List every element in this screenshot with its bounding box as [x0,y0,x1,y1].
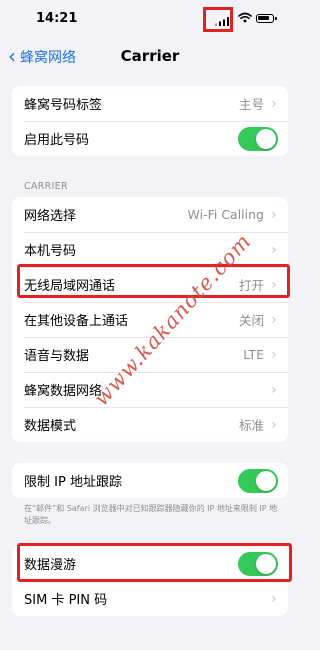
row-label: SIM 卡 PIN 码 [24,593,108,608]
chevron-right-icon: › [271,590,277,607]
chevron-right-icon: › [271,381,277,398]
row-number-label[interactable]: 蜂窝号码标签 主号 › [12,86,288,121]
row-label: 蜂窝数据网络 [24,384,103,399]
chevron-right-icon: › [271,95,277,112]
row-cellular-data-network[interactable]: 蜂窝数据网络 › [12,372,288,407]
chevron-right-icon: › [271,276,277,293]
row-label: 数据漫游 [24,558,77,573]
row-sim-pin[interactable]: SIM 卡 PIN 码 › [12,581,288,616]
row-value: Wi-Fi Calling [187,207,264,222]
row-label: 网络选择 [24,209,77,224]
chevron-right-icon: › [271,416,277,433]
enable-number-toggle[interactable] [238,126,278,151]
ip-tracking-footnote: 在“邮件”和 Safari 浏览器中对已知跟踪器隐藏你的 IP 地址来限制 IP… [24,504,278,525]
cellular-signal-icon [215,17,229,26]
row-label: 启用此号码 [24,133,90,148]
row-label: 数据模式 [24,419,77,434]
battery-icon [256,14,277,23]
row-label: 蜂窝号码标签 [24,98,103,113]
chevron-right-icon: › [271,346,277,363]
page-title: Carrier [120,47,180,65]
row-value: 关闭 [238,313,264,328]
row-value: 打开 [238,278,264,293]
roaming-group: 数据漫游 SIM 卡 PIN 码 › [12,546,288,616]
row-wifi-calling[interactable]: 无线局域网通话 打开 › [12,267,288,302]
limit-ip-tracking-toggle[interactable] [238,468,278,493]
data-roaming-toggle[interactable] [238,551,278,576]
row-data-mode[interactable]: 数据模式 标准 › [12,407,288,442]
row-limit-ip-tracking: 限制 IP 地址跟踪 [12,463,288,498]
row-value: 标准 [238,418,264,433]
chevron-right-icon: › [271,241,277,258]
navigation-bar: ‹ 蜂窝网络 Carrier [0,40,300,72]
number-settings-group: 蜂窝号码标签 主号 › 启用此号码 [12,86,288,156]
chevron-right-icon: › [271,311,277,328]
chevron-right-icon: › [271,206,277,223]
ip-tracking-group: 限制 IP 地址跟踪 [12,463,288,498]
row-value: LTE [243,347,264,362]
status-bar: 14:21 [0,0,300,40]
row-label: 在其他设备上通话 [24,314,129,329]
signal-highlight-box [203,7,233,32]
wifi-icon [238,12,252,23]
status-time: 14:21 [36,11,78,26]
row-enable-number: 启用此号码 [12,121,288,156]
row-data-roaming: 数据漫游 [12,546,288,581]
section-header-carrier: CARRIER [24,181,68,192]
row-value: 主号 [238,97,264,112]
row-label: 限制 IP 地址跟踪 [24,475,122,490]
